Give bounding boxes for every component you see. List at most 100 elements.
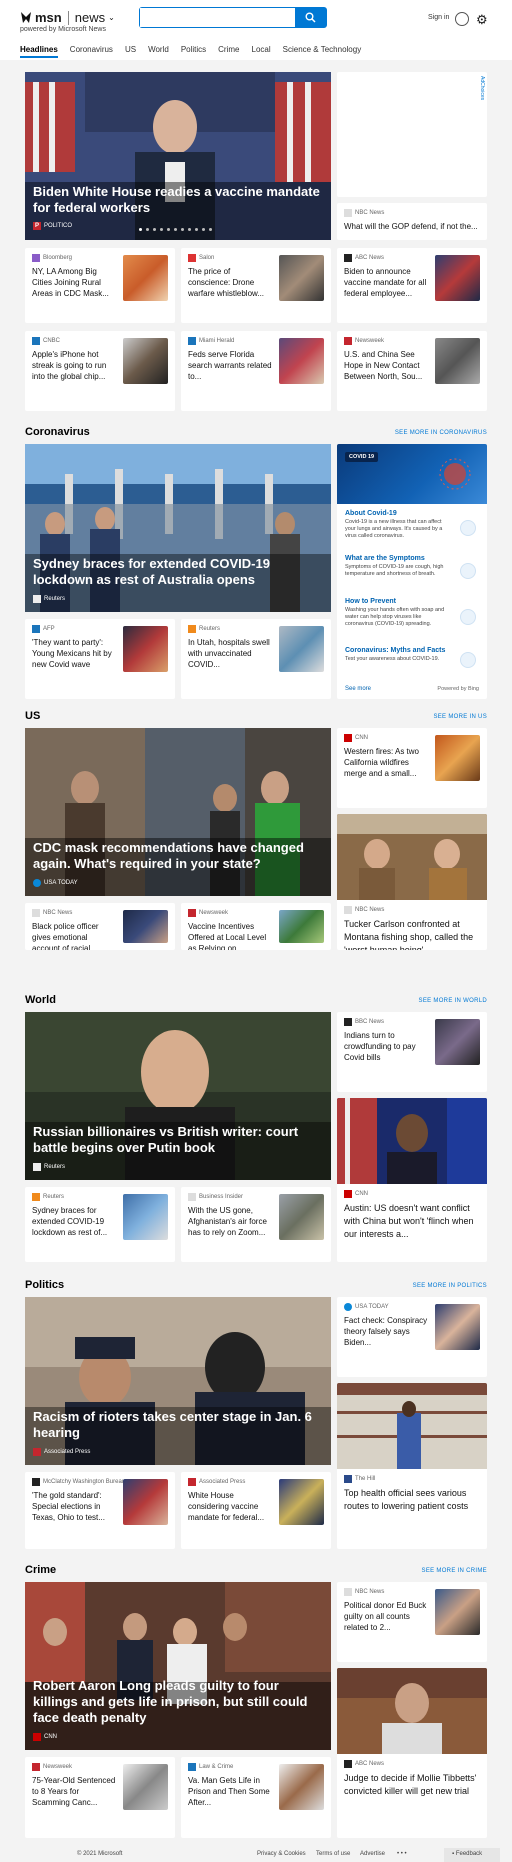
source-label: Associated Press [199,1479,246,1485]
story-card[interactable]: NBC News Black police officer gives emot… [25,903,175,950]
virus-icon [439,458,471,490]
card-thumbnail [123,1764,168,1810]
business-insider-icon [188,1193,196,1201]
news-wordmark[interactable]: news [75,10,105,25]
afp-icon [32,625,40,633]
avatar[interactable] [455,12,469,26]
story-card[interactable]: McClatchy Washington Bureau 'The gold st… [25,1472,175,1549]
ad-slot[interactable]: AdChoices [337,72,487,197]
see-more-link[interactable]: SEE MORE IN WORLD [419,998,487,1004]
story-card[interactable]: Newsweek U.S. and China See Hope in New … [337,331,487,411]
gear-icon[interactable]: ⚙ [476,12,488,28]
see-more-link[interactable]: SEE MORE IN CRIME [422,1568,487,1574]
covid-panel: COVID 19 About Covid-19 Covid-19 is a ne… [337,444,487,699]
hero-story[interactable]: Racism of rioters takes center stage in … [25,1297,331,1465]
source-label: Newsweek [355,338,385,344]
terms-link[interactable]: Terms of use [316,1851,350,1857]
feedback-button[interactable]: ▪ Feedback [444,1848,500,1862]
see-more-link[interactable]: SEE MORE IN POLITICS [413,1283,487,1289]
footer: © 2021 Microsoft Privacy & Cookies Terms… [0,1848,512,1862]
story-card[interactable]: BBC News Indians turn to crowdfunding to… [337,1012,487,1092]
see-more-link[interactable]: SEE MORE IN US [433,714,487,720]
source-label: The Hill [355,1476,376,1482]
card-source: Reuters [32,1193,64,1201]
card-thumbnail [123,1194,168,1240]
hero-story[interactable]: CDC mask recommendations have changed ag… [25,728,331,896]
search-button[interactable] [295,8,326,27]
signin-link[interactable]: Sign in [428,14,449,21]
nbc-icon [344,209,352,217]
card-source: Newsweek [344,337,384,345]
tab-world[interactable]: World [148,45,169,58]
card-source: NBC News [32,909,72,917]
carousel-dots[interactable] [139,228,212,231]
info-icon [460,520,476,536]
newsweek-icon [188,909,196,917]
feedback-icon: ▪ [452,1851,455,1857]
story-card[interactable]: Associated Press White House considering… [181,1472,331,1549]
privacy-link[interactable]: Privacy & Cookies [257,1851,306,1857]
card-thumbnail [279,1479,324,1525]
hero-story[interactable]: Sydney braces for extended COVID-19 lock… [25,444,331,612]
hero-source: P POLITICO [33,222,72,230]
quiz-icon [460,652,476,668]
see-more-link[interactable]: SEE MORE IN CORONAVIRUS [395,430,487,436]
tab-headlines[interactable]: Headlines [20,45,58,58]
card-title: Judge to decide if Mollie Tibbetts' conv… [344,1773,477,1796]
tab-science-technology[interactable]: Science & Technology [283,45,362,58]
msn-logo[interactable]: msn news ⌄ powered by Microsoft News [20,10,115,33]
covid-item-desc: Test your awareness about COVID-19. [345,656,440,662]
hero-story[interactable]: Russian billionaires vs British writer: … [25,1012,331,1180]
story-card[interactable]: Reuters Sydney braces for extended COVID… [25,1187,175,1262]
story-card[interactable]: NBC News What will the GOP defend, if no… [337,203,487,240]
story-card[interactable]: CNBC Apple's iPhone hot streak is going … [25,331,175,411]
story-card[interactable]: Miami Herald Feds serve Florida search w… [181,331,331,411]
covid-item-desc: Symptoms of COVID-19 are cough, high tem… [345,564,444,577]
tab-crime[interactable]: Crime [218,45,239,58]
source-label: NBC News [355,1589,385,1595]
tab-local[interactable]: Local [252,45,271,58]
card-source: NBC News [344,209,384,217]
card-title: What will the GOP defend, if not the... [344,222,478,231]
ad-choices-label[interactable]: AdChoices [479,76,485,100]
chevron-down-icon[interactable]: ⌄ [108,13,115,22]
card-thumbnail [279,910,324,943]
card-thumbnail [123,255,168,301]
story-card[interactable]: NBC News Tucker Carlson confronted at Mo… [337,814,487,950]
world-section: World SEE MORE IN WORLD Russian billiona… [25,994,487,1264]
tab-coronavirus[interactable]: Coronavirus [70,45,113,58]
source-label: CNN [44,1734,57,1740]
story-card[interactable]: AFP 'They want to party': Young Mexicans… [25,619,175,699]
story-card[interactable]: CNN Western fires: As two California wil… [337,728,487,808]
card-source: ABC News [344,1760,384,1768]
covid-item-about[interactable]: About Covid-19 Covid-19 is a new illness… [345,510,450,540]
story-card[interactable]: USA TODAY Fact check: Conspiracy theory … [337,1297,487,1377]
story-card[interactable]: Newsweek 75-Year-Old Sentenced to 8 Year… [25,1757,175,1838]
covid-item-symptoms[interactable]: What are the Symptoms Symptoms of COVID-… [345,555,450,578]
hero-story[interactable]: Biden White House readies a vaccine mand… [25,72,331,240]
story-card[interactable]: ABC News Biden to announce vaccine manda… [337,248,487,323]
tab-politics[interactable]: Politics [181,45,206,58]
story-card[interactable]: ABC News Judge to decide if Mollie Tibbe… [337,1668,487,1838]
story-card[interactable]: The Hill Top health official sees variou… [337,1383,487,1549]
story-card[interactable]: NBC News Political donor Ed Buck guilty … [337,1582,487,1662]
hero-title: Biden White House readies a vaccine mand… [33,184,320,215]
card-title: Feds serve Florida search warrants relat… [188,350,272,381]
search-box [139,7,327,28]
covid-item-prevent[interactable]: How to Prevent Washing your hands often … [345,598,450,628]
story-card[interactable]: Salon The price of conscience: Drone war… [181,248,331,323]
advertise-link[interactable]: Advertise [360,1851,385,1857]
covid-item-myths[interactable]: Coronavirus: Myths and Facts Test your a… [345,647,450,663]
covid-see-more[interactable]: See more [345,686,371,692]
story-card[interactable]: Newsweek Vaccine Incentives Offered at L… [181,903,331,950]
story-card[interactable]: Bloomberg NY, LA Among Big Cities Joinin… [25,248,175,323]
story-card[interactable]: Law & Crime Va. Man Gets Life in Prison … [181,1757,331,1838]
story-card[interactable]: Reuters In Utah, hospitals swell with un… [181,619,331,699]
hero-story[interactable]: Robert Aaron Long pleads guilty to four … [25,1582,331,1750]
search-input[interactable] [140,8,295,27]
card-title: Vaccine Incentives Offered at Local Leve… [188,922,267,950]
story-card[interactable]: Business Insider With the US gone, Afgha… [181,1187,331,1262]
tab-us[interactable]: US [125,45,136,58]
story-card[interactable]: CNN Austin: US doesn't want conflict wit… [337,1098,487,1262]
more-options-icon[interactable]: • • • [397,1851,407,1857]
